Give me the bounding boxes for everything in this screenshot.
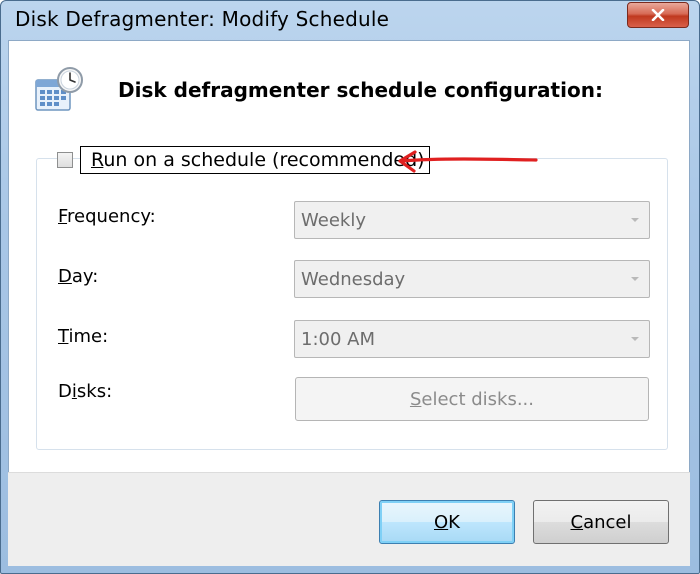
- frequency-select[interactable]: Weekly: [294, 201, 650, 239]
- chevron-down-icon: [631, 218, 639, 222]
- cancel-button[interactable]: Cancel: [533, 500, 669, 544]
- time-label-text: ime:: [68, 326, 109, 347]
- day-select[interactable]: Wednesday: [294, 260, 650, 298]
- annotation-arrow-icon: [398, 150, 538, 173]
- select-disks-label: elect disks...: [421, 388, 535, 410]
- run-on-schedule-label[interactable]: Run on a schedule (recommended): [80, 146, 430, 174]
- close-button[interactable]: [627, 2, 689, 28]
- select-disks-button[interactable]: Select disks...: [295, 377, 649, 421]
- chevron-down-icon: [631, 337, 639, 341]
- access-key-r: R: [91, 149, 104, 171]
- time-select[interactable]: 1:00 AM: [294, 320, 650, 358]
- frequency-label-text: requency:: [67, 206, 156, 227]
- day-label: Day:: [58, 266, 98, 287]
- access-key-f: F: [58, 206, 68, 227]
- title-bar[interactable]: Disk Defragmenter: Modify Schedule: [1, 1, 699, 41]
- disks-label: Disks:: [58, 381, 112, 402]
- chevron-down-icon: [631, 277, 639, 281]
- frequency-value: Weekly: [301, 210, 366, 231]
- dialog-heading: Disk defragmenter schedule configuration…: [118, 78, 603, 102]
- access-key-s: S: [409, 388, 422, 410]
- day-value: Wednesday: [301, 269, 406, 290]
- ok-button[interactable]: OK: [379, 500, 515, 544]
- disks-label-text: sks:: [76, 381, 113, 402]
- close-icon: [651, 9, 665, 21]
- checkbox-label-text: un on a schedule (recommended): [103, 149, 425, 171]
- access-key-c: C: [570, 511, 584, 533]
- day-label-text: ay:: [71, 266, 99, 287]
- cancel-label: ancel: [583, 511, 632, 533]
- disks-label-start: D: [58, 381, 72, 402]
- access-key-o: O: [434, 511, 449, 533]
- window-title: Disk Defragmenter: Modify Schedule: [15, 7, 390, 31]
- time-label: Time:: [58, 326, 108, 347]
- access-key-t: T: [58, 326, 69, 347]
- time-value: 1:00 AM: [301, 329, 375, 350]
- calendar-clock-icon: [35, 67, 83, 111]
- ok-label: K: [448, 511, 460, 533]
- frequency-label: Frequency:: [58, 206, 156, 227]
- run-on-schedule-checkbox[interactable]: [57, 152, 73, 168]
- access-key-d: D: [58, 266, 72, 287]
